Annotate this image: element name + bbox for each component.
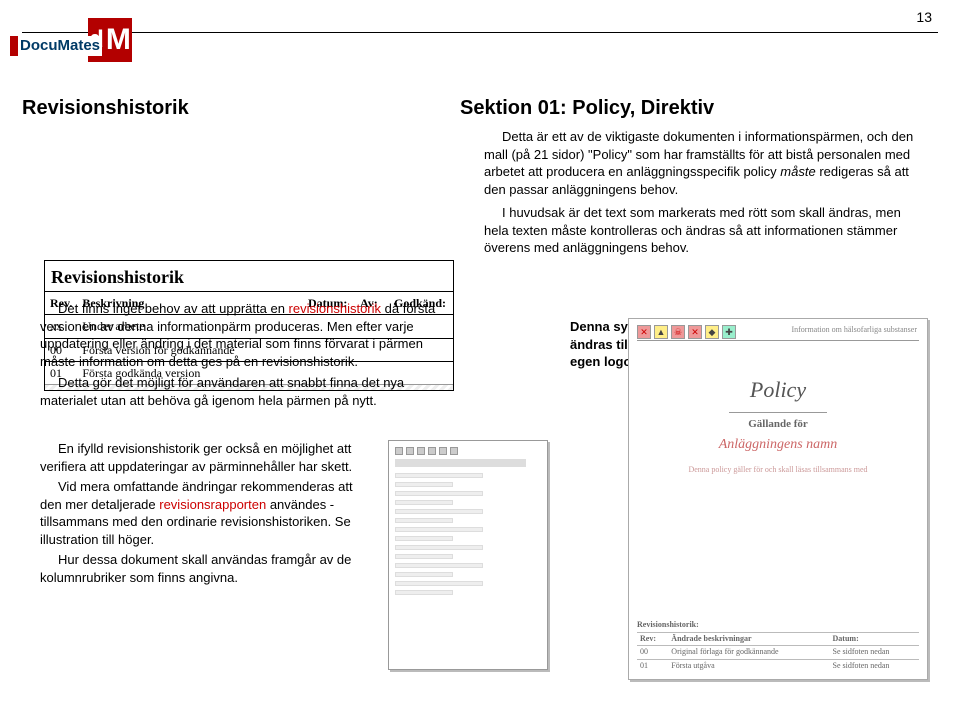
paragraph: En ifylld revisionshistorik ger också en… — [40, 440, 370, 475]
hazard-icon: ✚ — [722, 325, 736, 339]
hazard-icon: ✕ — [688, 325, 702, 339]
paragraph: Detta är ett av de viktigaste dokumenten… — [484, 128, 924, 198]
policy-facility-name: Anläggningens namn — [629, 436, 927, 455]
paragraph: Vid mera omfattande ändringar rekommende… — [40, 478, 370, 548]
hazard-icon: ✕ — [637, 325, 651, 339]
policy-title: Policy — [629, 345, 927, 409]
policy-revision-table: Revisionshistorik: Rev: Ändrade beskrivn… — [637, 620, 919, 673]
paragraph: Hur dessa dokument skall användas framgå… — [40, 551, 370, 586]
right-column-text: Detta är ett av de viktigaste dokumenten… — [484, 128, 924, 263]
policy-footnote: Denna policy gäller för och skall läsas … — [629, 465, 927, 476]
lower-left-text: Det finns inget behov av att upprätta en… — [40, 300, 440, 413]
revision-table-title: Revisionshistorik — [45, 261, 453, 291]
paragraph: Detta gör det möjligt för användaren att… — [40, 374, 440, 409]
lower-left-text-narrow: En ifylld revisionshistorik ger också en… — [40, 440, 370, 589]
heading-revisionshistorik: Revisionshistorik — [22, 95, 189, 122]
heading-section: Sektion 01: Policy, Direktiv — [460, 95, 714, 122]
hazard-icon: ▲ — [654, 325, 668, 339]
policy-subtitle: Gällande för — [629, 417, 927, 432]
hazard-icon: ◆ — [705, 325, 719, 339]
paragraph: Det finns inget behov av att upprätta en… — [40, 300, 440, 370]
revision-report-illustration — [388, 440, 548, 670]
top-rule — [22, 32, 938, 33]
logo-wordmark: DocuMates — [18, 36, 102, 56]
logo: dM DocuMates — [10, 18, 150, 64]
policy-page-illustration: ✕ ▲ ☠ ✕ ◆ ✚ Information om hälsofarliga … — [628, 318, 928, 680]
hazard-icon: ☠ — [671, 325, 685, 339]
paragraph: I huvudsak är det text som markerats med… — [484, 204, 924, 257]
page-number: 13 — [916, 8, 932, 27]
